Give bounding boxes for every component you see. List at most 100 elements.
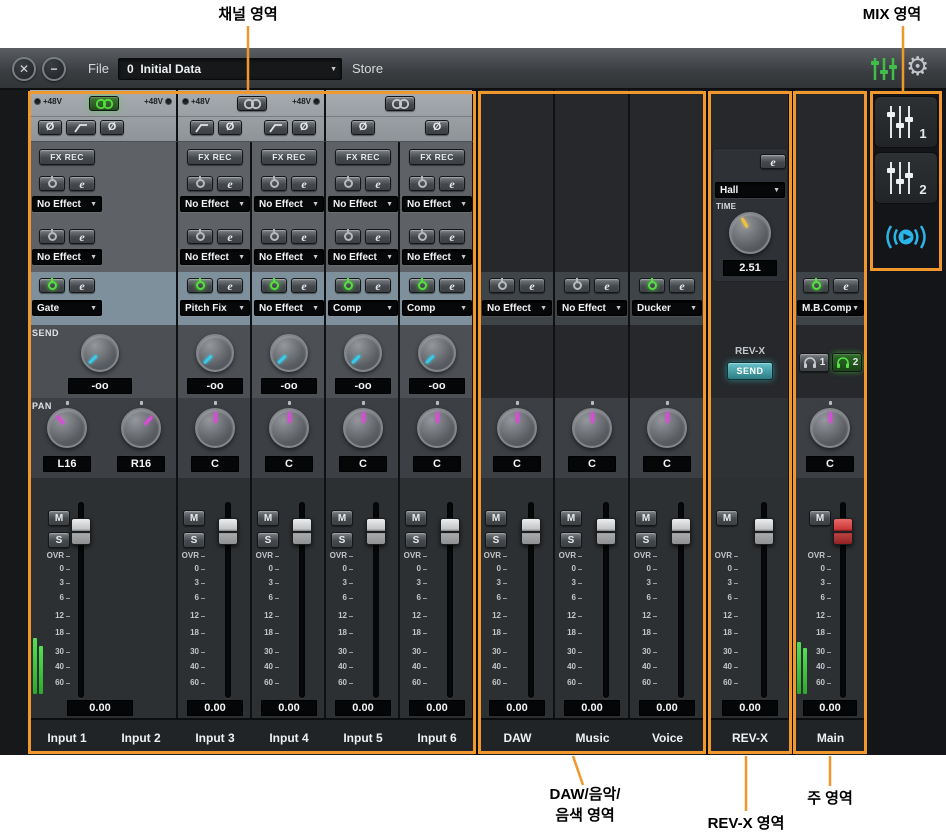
- send-level-knob[interactable]: [81, 334, 119, 372]
- store-button[interactable]: Store: [352, 61, 383, 76]
- fader-handle[interactable]: [366, 518, 386, 545]
- mix-tab-1[interactable]: 1: [874, 96, 938, 148]
- insert-power-button[interactable]: [409, 278, 435, 293]
- fx1-power-button[interactable]: [39, 176, 65, 191]
- solo-button[interactable]: S: [560, 532, 582, 548]
- send-level-knob[interactable]: [344, 334, 382, 372]
- fader-handle[interactable]: [71, 518, 91, 545]
- revx-send-on-button[interactable]: SEND: [727, 362, 773, 380]
- mute-button[interactable]: M: [716, 510, 738, 526]
- hpf-button[interactable]: [66, 120, 96, 135]
- pan-knob[interactable]: [47, 408, 87, 448]
- insert-edit-button[interactable]: e: [833, 278, 859, 293]
- fader-handle[interactable]: [671, 518, 691, 545]
- insert-power-button[interactable]: [39, 278, 65, 293]
- insert-edit-button[interactable]: e: [365, 278, 391, 293]
- pan-knob[interactable]: [572, 408, 612, 448]
- phase-invert-button[interactable]: Ø: [100, 120, 124, 135]
- insert-edit-button[interactable]: e: [519, 278, 545, 293]
- insert-effect-select[interactable]: Comp ▼: [328, 300, 398, 316]
- insert-edit-button[interactable]: e: [69, 278, 95, 293]
- insert-effect-select[interactable]: No Effect ▼: [482, 300, 552, 316]
- insert-edit-button[interactable]: e: [439, 278, 465, 293]
- stereo-link-button[interactable]: [89, 96, 119, 111]
- insert-effect-select[interactable]: Pitch Fix ▼: [180, 300, 250, 316]
- fx-rec-button[interactable]: FX REC: [335, 149, 391, 165]
- send-level-knob[interactable]: [270, 334, 308, 372]
- minimize-button[interactable]: −: [42, 57, 66, 81]
- mute-button[interactable]: M: [183, 510, 205, 526]
- insert-power-button[interactable]: [187, 278, 213, 293]
- fx2-power-button[interactable]: [335, 229, 361, 244]
- solo-button[interactable]: S: [485, 532, 507, 548]
- fx1-edit-button[interactable]: e: [217, 176, 243, 191]
- solo-button[interactable]: S: [405, 532, 427, 548]
- fx1-edit-button[interactable]: e: [291, 176, 317, 191]
- pan-knob[interactable]: [195, 408, 235, 448]
- insert-effect-select[interactable]: Ducker ▼: [632, 300, 702, 316]
- insert-edit-button[interactable]: e: [291, 278, 317, 293]
- pan-knob[interactable]: [417, 408, 457, 448]
- fx2-edit-button[interactable]: e: [365, 229, 391, 244]
- insert-power-button[interactable]: [335, 278, 361, 293]
- fx2-edit-button[interactable]: e: [291, 229, 317, 244]
- fx-rec-button[interactable]: FX REC: [39, 149, 95, 165]
- insert-power-button[interactable]: [564, 278, 590, 293]
- fx2-effect-select[interactable]: No Effect ▼: [254, 249, 324, 265]
- insert-effect-select[interactable]: Comp ▼: [402, 300, 472, 316]
- phase-invert-button[interactable]: Ø: [38, 120, 62, 135]
- mute-button[interactable]: M: [405, 510, 427, 526]
- phase-invert-button[interactable]: Ø: [425, 120, 449, 135]
- fader-handle[interactable]: [596, 518, 616, 545]
- mix-tab-2[interactable]: 2: [874, 152, 938, 204]
- fx2-power-button[interactable]: [409, 229, 435, 244]
- insert-edit-button[interactable]: e: [217, 278, 243, 293]
- fx2-effect-select[interactable]: No Effect ▼: [402, 249, 472, 265]
- send-level-knob[interactable]: [196, 334, 234, 372]
- hpf-button[interactable]: [264, 120, 288, 135]
- reverb-time-knob[interactable]: [729, 212, 771, 254]
- fx2-edit-button[interactable]: e: [69, 229, 95, 244]
- revx-edit-button[interactable]: e: [760, 154, 786, 169]
- phones-2-button[interactable]: 2: [832, 353, 862, 372]
- fx1-effect-select[interactable]: No Effect ▼: [32, 196, 102, 212]
- phones-1-button[interactable]: 1: [799, 353, 829, 372]
- mute-button[interactable]: M: [257, 510, 279, 526]
- phase-invert-button[interactable]: Ø: [218, 120, 242, 135]
- fx2-edit-button[interactable]: e: [439, 229, 465, 244]
- fx2-power-button[interactable]: [39, 229, 65, 244]
- fader-handle[interactable]: [218, 518, 238, 545]
- pan-knob[interactable]: [810, 408, 850, 448]
- insert-power-button[interactable]: [261, 278, 287, 293]
- pan-knob[interactable]: [269, 408, 309, 448]
- hpf-button[interactable]: [190, 120, 214, 135]
- mute-button[interactable]: M: [48, 510, 70, 526]
- insert-power-button[interactable]: [803, 278, 829, 293]
- fx-rec-button[interactable]: FX REC: [261, 149, 317, 165]
- close-button[interactable]: ✕: [12, 57, 36, 81]
- loopback-fx-button[interactable]: [874, 210, 938, 264]
- mute-button[interactable]: M: [485, 510, 507, 526]
- fx2-power-button[interactable]: [187, 229, 213, 244]
- pan-knob[interactable]: [497, 408, 537, 448]
- fx2-effect-select[interactable]: No Effect ▼: [328, 249, 398, 265]
- fx1-power-button[interactable]: [335, 176, 361, 191]
- insert-effect-select[interactable]: Gate ▼: [32, 300, 102, 316]
- mute-button[interactable]: M: [809, 510, 831, 526]
- fx2-effect-select[interactable]: No Effect ▼: [32, 249, 102, 265]
- stereo-link-button[interactable]: [385, 96, 415, 111]
- fx2-effect-select[interactable]: No Effect ▼: [180, 249, 250, 265]
- fader-handle[interactable]: [833, 518, 853, 545]
- fx1-edit-button[interactable]: e: [69, 176, 95, 191]
- fx-rec-button[interactable]: FX REC: [409, 149, 465, 165]
- insert-effect-select[interactable]: No Effect ▼: [557, 300, 627, 316]
- mute-button[interactable]: M: [331, 510, 353, 526]
- fx2-power-button[interactable]: [261, 229, 287, 244]
- stereo-link-button[interactable]: [237, 96, 267, 111]
- pan-knob[interactable]: [121, 408, 161, 448]
- fx1-edit-button[interactable]: e: [439, 176, 465, 191]
- fader-handle[interactable]: [754, 518, 774, 545]
- solo-button[interactable]: S: [635, 532, 657, 548]
- fx1-effect-select[interactable]: No Effect ▼: [402, 196, 472, 212]
- insert-edit-button[interactable]: e: [594, 278, 620, 293]
